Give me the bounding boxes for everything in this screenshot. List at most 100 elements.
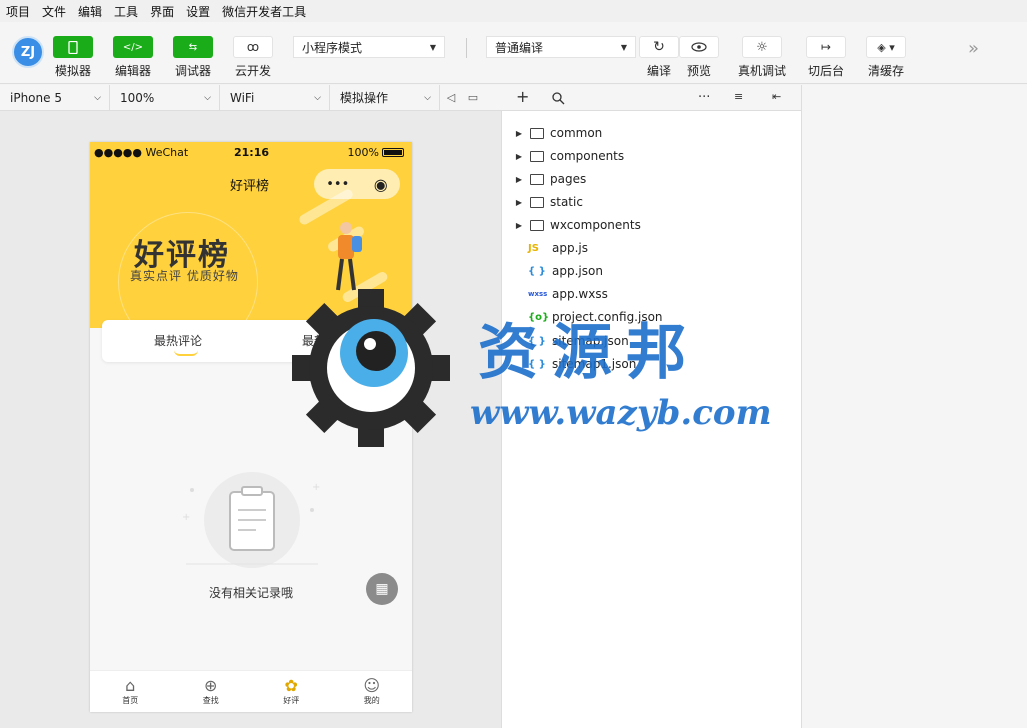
preview-button[interactable] — [679, 36, 719, 58]
folder-icon — [530, 127, 544, 139]
more-icon[interactable]: ··· — [698, 90, 710, 105]
folder-icon — [530, 196, 544, 208]
file-label: app.json — [552, 264, 603, 278]
tabbar-item-praise[interactable]: ✿ 好评 — [251, 671, 332, 712]
operation-select-value: 模拟操作 — [340, 91, 389, 105]
device-select[interactable]: iPhone 5 ⌵ — [0, 84, 110, 111]
folder-label: wxcomponents — [550, 218, 641, 232]
tabbar-item-home[interactable]: ⌂ 首页 — [90, 671, 171, 712]
menu-tools[interactable]: 工具 — [114, 3, 138, 20]
tabbar-item-mine[interactable]: ☺ 我的 — [332, 671, 413, 712]
page-title: 好评榜 — [230, 179, 270, 194]
real-debug-label: 真机调试 — [737, 64, 786, 78]
smile-icon: ☺ — [363, 676, 381, 695]
folder-label: pages — [550, 172, 587, 186]
menu-bar: 项目 文件 编辑 工具 界面 设置 微信开发者工具 — [0, 0, 1027, 22]
menu-project[interactable]: 项目 — [6, 3, 30, 20]
close-target-icon[interactable]: ◉ — [374, 175, 388, 194]
compile-button[interactable]: ↻ — [639, 36, 679, 58]
capsule-menu[interactable]: ••• ◉ — [314, 169, 400, 199]
battery: 100% — [348, 146, 404, 159]
search-plus-icon: ⊕ — [204, 676, 218, 695]
avatar[interactable]: ZJ — [12, 36, 44, 68]
divider — [466, 38, 467, 58]
editor-area — [802, 85, 1027, 728]
chevron-down-icon: ⌵ — [424, 92, 431, 103]
folder-common[interactable]: ▶ common — [502, 122, 602, 144]
menu-file[interactable]: 文件 — [42, 3, 66, 20]
file-app-js[interactable]: JS app.js — [502, 237, 588, 259]
home-icon: ⌂ — [125, 676, 136, 695]
folder-static[interactable]: ▶ static — [502, 191, 583, 213]
cloud-button[interactable]: ꝏ — [233, 36, 273, 58]
menu-edit[interactable]: 编辑 — [78, 3, 102, 20]
search-icon[interactable] — [552, 92, 565, 105]
more-dots-icon[interactable]: ••• — [326, 177, 349, 192]
float-grid-button[interactable]: ▦ — [366, 573, 398, 605]
simulator-label: 模拟器 — [54, 64, 91, 78]
watermark-url: www.wazyb.com — [470, 393, 772, 433]
operation-select[interactable]: 模拟操作 ⌵ — [330, 84, 440, 111]
phone-icon — [68, 40, 78, 54]
debugger-label: 调试器 — [174, 64, 211, 78]
file-app-wxss[interactable]: wxss app.wxss — [502, 283, 608, 305]
caret-right-icon: ▶ — [515, 151, 523, 161]
zoom-select[interactable]: 100% ⌵ — [110, 84, 220, 111]
debugger-button[interactable]: ⇆ — [173, 36, 213, 58]
status-time: 21:16 — [234, 145, 270, 159]
add-icon[interactable]: + — [516, 87, 529, 106]
real-debug-button[interactable]: ☼ — [742, 36, 782, 58]
explorer-header: + ··· ≡ ⇤ — [502, 85, 802, 111]
folder-pages[interactable]: ▶ pages — [502, 168, 586, 190]
folder-wxcomponents[interactable]: ▶ wxcomponents — [502, 214, 641, 236]
grid-icon: ▦ — [375, 581, 389, 597]
collapse-icon[interactable]: ⇤ — [772, 90, 781, 103]
clear-cache-button[interactable]: ◈ ▾ — [866, 36, 906, 58]
background-label: 切后台 — [807, 64, 844, 78]
tabbar-label: 查找 — [202, 696, 219, 705]
folder-label: components — [550, 149, 625, 163]
status-bar: ●●●●● WeChat 21:16 100% — [90, 142, 412, 162]
menu-settings[interactable]: 设置 — [186, 3, 210, 20]
sort-icon[interactable]: ≡ — [734, 90, 743, 103]
tabbar-item-search[interactable]: ⊕ 查找 — [171, 671, 252, 712]
file-app-json[interactable]: { } app.json — [502, 260, 603, 282]
device-bar: iPhone 5 ⌵ 100% ⌵ WiFi ⌵ 模拟操作 ⌵ ◁ ▭ — [0, 84, 502, 111]
wxss-file-icon: wxss — [528, 290, 548, 298]
exit-arrow-icon: ↦ — [820, 40, 832, 54]
flower-icon: ✿ — [284, 676, 298, 695]
folder-icon — [530, 219, 544, 231]
file-label: app.js — [552, 241, 588, 255]
empty-text: 没有相关记录哦 — [208, 586, 293, 600]
preview-label: 预览 — [686, 64, 711, 78]
banner-subtitle: 真实点评 优质好物 — [130, 269, 239, 283]
json-file-icon: { } — [528, 265, 546, 277]
folder-icon — [530, 150, 544, 162]
menu-devtools[interactable]: 微信开发者工具 — [222, 3, 306, 20]
battery-icon — [382, 147, 404, 157]
window-icon[interactable]: ▭ — [462, 91, 484, 104]
simulator-button[interactable] — [53, 36, 93, 58]
background-button[interactable]: ↦ — [806, 36, 846, 58]
chevron-down-icon: ⌵ — [94, 92, 101, 103]
caret-right-icon: ▶ — [515, 197, 523, 207]
folder-icon — [530, 173, 544, 185]
tabbar-label: 好评 — [283, 696, 300, 705]
carrier-text: ●●●●● WeChat — [94, 145, 189, 159]
battery-text: 100% — [347, 145, 379, 159]
tab-bar: ⌂ 首页 ⊕ 查找 ✿ 好评 ☺ 我的 — [90, 670, 412, 712]
network-select-value: WiFi — [230, 90, 255, 105]
mode-select[interactable]: 小程序模式 ▼ — [293, 36, 445, 58]
layers-icon: ◈ ▾ — [877, 40, 895, 54]
menu-view[interactable]: 界面 — [150, 3, 174, 20]
folder-components[interactable]: ▶ components — [502, 145, 624, 167]
compile-select[interactable]: 普通编译 ▼ — [486, 36, 636, 58]
editor-button[interactable]: </> — [113, 36, 153, 58]
tab-hot[interactable]: 最热评论 — [154, 332, 202, 349]
mode-select-value: 小程序模式 — [302, 40, 363, 55]
folder-label: common — [550, 126, 603, 140]
double-chevron-right-icon[interactable]: » — [968, 38, 979, 59]
file-label: app.wxss — [552, 287, 608, 301]
network-select[interactable]: WiFi ⌵ — [220, 84, 330, 111]
speaker-icon[interactable]: ◁ — [440, 91, 462, 104]
